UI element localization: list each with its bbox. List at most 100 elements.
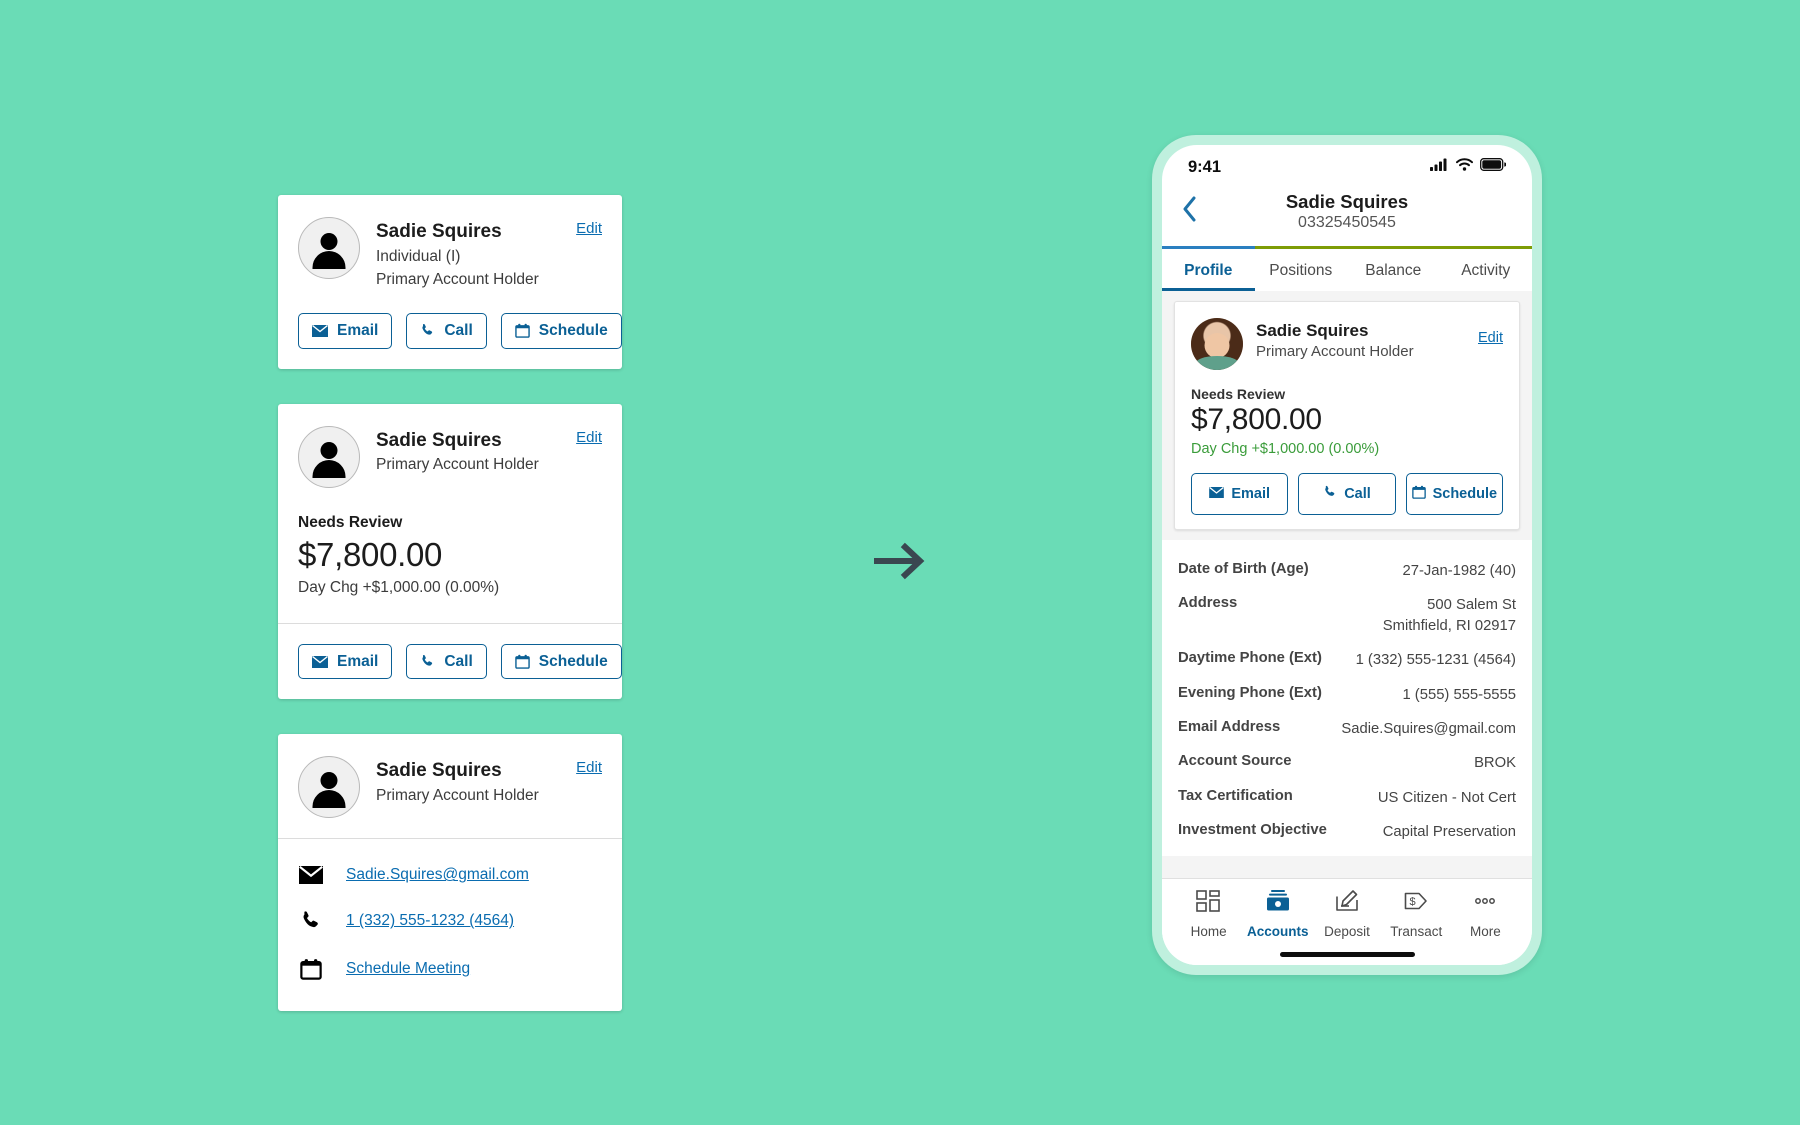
email-link[interactable]: Sadie.Squires@gmail.com xyxy=(346,866,529,884)
person-row: Sadie Squires Individual (I) Primary Acc… xyxy=(298,217,602,291)
home-grid-icon xyxy=(1195,889,1222,918)
schedule-link[interactable]: Schedule Meeting xyxy=(346,960,470,978)
schedule-button[interactable]: Schedule xyxy=(500,643,622,680)
edit-link[interactable]: Edit xyxy=(576,756,602,776)
nav-item-accounts[interactable]: Accounts xyxy=(1243,889,1312,939)
avatar xyxy=(298,756,360,819)
detail-value: BROK xyxy=(1474,755,1516,772)
call-button[interactable]: Call xyxy=(406,313,487,349)
nav-label: More xyxy=(1470,924,1501,939)
cellular-signal-icon xyxy=(1430,158,1449,176)
tab-positions[interactable]: Positions xyxy=(1255,249,1348,291)
contact-row-email[interactable]: Sadie.Squires@gmail.com xyxy=(298,853,602,897)
calendar-icon xyxy=(515,654,530,669)
right-arrow-icon xyxy=(872,540,930,587)
status-badge: Needs Review xyxy=(298,513,403,531)
action-button-row: Email Call Schedule xyxy=(1191,473,1503,515)
profile-summary-card: Sadie Squires Primary Account Holder Edi… xyxy=(1174,301,1520,530)
home-indicator-bar xyxy=(1279,951,1415,957)
detail-row-address: Address 500 Salem St Smithfield, RI 0291… xyxy=(1178,588,1516,643)
tab-bar: Profile Positions Balance Activity xyxy=(1162,249,1532,291)
detail-row-email: Email Address Sadie.Squires@gmail.com xyxy=(1178,712,1516,746)
person-row: Sadie Squires Primary Account Holder Edi… xyxy=(298,425,602,488)
email-button-label: Email xyxy=(337,322,379,340)
phone-mockup: 9:41 Sadie Squires 03325450545 Profile P… xyxy=(1152,135,1542,975)
avatar xyxy=(1191,318,1243,370)
detail-label: Address xyxy=(1178,595,1238,612)
person-text: Sadie Squires Primary Account Holder xyxy=(376,426,576,477)
email-button-label: Email xyxy=(1231,486,1270,502)
nav-item-home[interactable]: Home xyxy=(1174,889,1243,939)
edit-link[interactable]: Edit xyxy=(1478,318,1503,346)
phone-screen: 9:41 Sadie Squires 03325450545 Profile P… xyxy=(1162,145,1532,965)
header-account-name: Sadie Squires xyxy=(1285,191,1409,212)
schedule-button[interactable]: Schedule xyxy=(1405,473,1503,515)
action-button-row: Email Call Schedule xyxy=(298,643,622,680)
wifi-icon xyxy=(1456,158,1473,176)
detail-value: 500 Salem St Smithfield, RI 02917 xyxy=(1382,597,1516,634)
email-button[interactable]: Email xyxy=(1191,473,1289,515)
phone-icon xyxy=(298,910,324,932)
email-button[interactable]: Email xyxy=(298,643,393,680)
contact-card-links: Sadie Squires Primary Account Holder Edi… xyxy=(278,734,622,1012)
edit-link[interactable]: Edit xyxy=(576,426,602,446)
person-role: Primary Account Holder xyxy=(376,787,539,805)
detail-row-investment-objective: Investment Objective Capital Preservatio… xyxy=(1178,815,1516,849)
nav-item-more[interactable]: More xyxy=(1451,889,1520,939)
header-titles: Sadie Squires 03325450545 xyxy=(1182,191,1512,232)
person-role: Primary Account Holder xyxy=(376,270,539,288)
phone-link[interactable]: 1 (332) 555-1232 (4564) xyxy=(346,912,514,930)
call-button[interactable]: Call xyxy=(406,643,487,680)
detail-value: 27-Jan-1982 (40) xyxy=(1402,563,1516,579)
detail-label: Email Address xyxy=(1178,719,1281,736)
email-icon xyxy=(298,866,324,885)
call-button[interactable]: Call xyxy=(1298,473,1396,515)
person-row: Sadie Squires Primary Account Holder Edi… xyxy=(298,756,602,819)
nav-label: Transact xyxy=(1390,924,1443,939)
person-name: Sadie Squires xyxy=(1256,321,1369,340)
tab-balance[interactable]: Balance xyxy=(1347,249,1440,291)
detail-value: Capital Preservation xyxy=(1382,824,1516,841)
contact-row-schedule[interactable]: Schedule Meeting xyxy=(298,945,602,993)
more-dots-icon xyxy=(1472,889,1498,918)
day-change: Day Chg +$1,000.00 (0.00%) xyxy=(298,578,500,596)
email-icon xyxy=(312,655,328,668)
status-time: 9:41 xyxy=(1188,157,1222,176)
phone-icon xyxy=(420,323,435,338)
call-button-label: Call xyxy=(444,322,473,340)
person-name: Sadie Squires xyxy=(376,760,502,782)
detail-value: US Citizen - Not Cert xyxy=(1377,789,1516,806)
phone-content: Sadie Squires Primary Account Holder Edi… xyxy=(1162,291,1532,878)
edit-link[interactable]: Edit xyxy=(576,217,602,237)
home-indicator[interactable] xyxy=(1162,943,1532,965)
avatar xyxy=(298,425,360,488)
schedule-button-label: Schedule xyxy=(1432,486,1498,502)
person-name: Sadie Squires xyxy=(376,221,502,242)
detail-value: Sadie.Squires@gmail.com xyxy=(1341,721,1516,738)
email-button[interactable]: Email xyxy=(298,313,393,349)
detail-value: 1 (332) 555-1231 (4564) xyxy=(1355,652,1516,669)
contact-card-balance: Sadie Squires Primary Account Holder Edi… xyxy=(278,403,622,700)
contact-link-list: Sadie.Squires@gmail.com 1 (332) 555-1232… xyxy=(278,839,622,1011)
tab-profile[interactable]: Profile xyxy=(1162,249,1255,291)
nav-item-transact[interactable]: $ Transact xyxy=(1382,889,1451,939)
phone-icon xyxy=(420,654,435,669)
nav-item-deposit[interactable]: Deposit xyxy=(1312,889,1381,939)
contact-card-basic: Sadie Squires Individual (I) Primary Acc… xyxy=(278,195,622,369)
contact-row-phone[interactable]: 1 (332) 555-1232 (4564) xyxy=(298,897,602,945)
calendar-icon xyxy=(298,958,324,981)
detail-row-daytime-phone: Daytime Phone (Ext) 1 (332) 555-1231 (45… xyxy=(1178,643,1516,677)
accounts-box-icon xyxy=(1265,889,1291,918)
person-type: Individual (I) xyxy=(376,247,461,265)
schedule-button[interactable]: Schedule xyxy=(500,313,622,349)
card-column: Sadie Squires Individual (I) Primary Acc… xyxy=(278,195,622,1046)
schedule-button-label: Schedule xyxy=(538,652,608,670)
nav-label: Deposit xyxy=(1324,924,1370,939)
phone-header: Sadie Squires 03325450545 xyxy=(1162,185,1532,246)
tab-activity[interactable]: Activity xyxy=(1440,249,1533,291)
person-text: Sadie Squires Primary Account Holder xyxy=(376,756,576,807)
calendar-icon xyxy=(515,323,530,339)
phone-icon xyxy=(1323,485,1337,503)
status-badge: Needs Review xyxy=(1191,386,1286,402)
calendar-icon xyxy=(1411,485,1426,503)
